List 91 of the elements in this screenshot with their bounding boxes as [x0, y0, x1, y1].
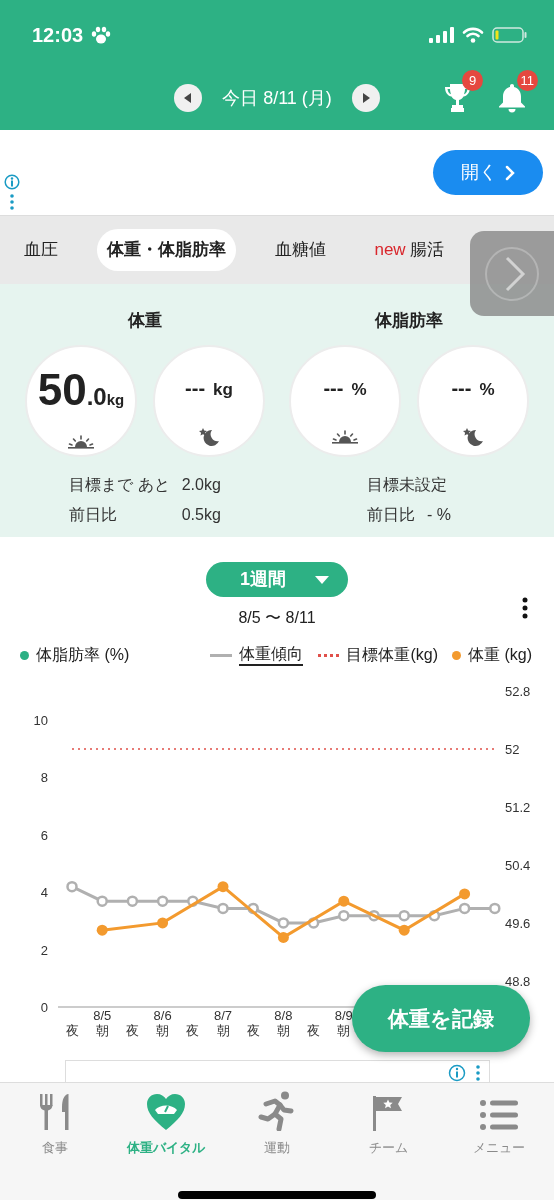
- chevron-right-icon: [505, 164, 515, 181]
- data-point: [428, 909, 441, 922]
- data-point: [338, 909, 350, 922]
- axis-tick-label: 6: [40, 827, 48, 843]
- category-tab[interactable]: 体重・体脂肪率: [97, 229, 237, 271]
- category-tab[interactable]: new 腸活: [364, 229, 454, 271]
- stat-label: 前日比: [367, 504, 415, 525]
- axis-tick-label: 50.4: [505, 857, 531, 873]
- data-point: [156, 895, 169, 907]
- moon-icon: [198, 427, 220, 448]
- dropdown-caret-icon: [314, 574, 330, 585]
- axis-tick-label: 8: [40, 770, 48, 786]
- data-point: [187, 895, 199, 907]
- status-time: 12:03: [32, 23, 84, 48]
- moon-icon: [462, 427, 484, 448]
- data-point: [247, 902, 259, 915]
- stat-value: 2.0kg: [181, 474, 221, 495]
- data-point: [398, 909, 410, 922]
- stat-label: 目標未設定: [367, 474, 448, 495]
- axis-tick-label: 8/5 朝: [93, 1008, 112, 1038]
- axis-tick-label: 夜: [125, 1023, 139, 1038]
- trophy-button[interactable]: [444, 83, 471, 113]
- reading-dial[interactable]: --- kg: [153, 344, 265, 457]
- data-point: [307, 917, 320, 929]
- heart-scale-icon: [146, 1093, 186, 1131]
- previous-day-button[interactable]: [174, 84, 203, 112]
- stat-label: 目標まで あと: [69, 474, 170, 495]
- data-point: [157, 917, 169, 929]
- section-title: 体脂肪率: [375, 310, 443, 332]
- current-date: 今日 8/11 (月): [222, 86, 332, 110]
- reading-dial[interactable]: --- %: [417, 344, 529, 457]
- category-tab[interactable]: 血糖値: [264, 229, 336, 271]
- data-point: [459, 888, 471, 900]
- axis-tick-label: 夜: [65, 1023, 79, 1038]
- legend-label[interactable]: 体重傾向: [239, 644, 304, 666]
- axis-tick-label: 8/7 朝: [213, 1008, 233, 1038]
- data-point: [398, 924, 410, 936]
- axis-tick-label: 夜: [186, 1023, 200, 1038]
- ad-info-icon[interactable]: [447, 1063, 483, 1082]
- sunrise-icon: [331, 430, 359, 445]
- data-point: [96, 895, 108, 907]
- more-options-icon[interactable]: [522, 597, 528, 619]
- axis-tick-label: 夜: [307, 1023, 321, 1038]
- legend-label[interactable]: 目標体重(kg): [346, 643, 438, 667]
- category-tab[interactable]: 血圧: [14, 229, 69, 271]
- axis-tick-label: 8/9 朝: [334, 1008, 353, 1038]
- data-point: [126, 895, 139, 907]
- data-point: [217, 881, 229, 893]
- fork-knife-icon: [39, 1093, 71, 1131]
- date-range: 8/5 〜 8/11: [238, 608, 316, 628]
- axis-tick-label: 51.2: [505, 799, 531, 815]
- notification-badge: 9: [462, 70, 483, 91]
- battery-icon: [492, 27, 528, 43]
- stat-value: - %: [427, 504, 451, 525]
- next-day-button[interactable]: [351, 84, 380, 112]
- axis-tick-label: 8/6 朝: [153, 1008, 172, 1038]
- data-point: [277, 931, 289, 943]
- signal-icon: [429, 27, 454, 43]
- data-point: [277, 917, 290, 929]
- legend-label[interactable]: 体重 (kg): [468, 643, 532, 667]
- wifi-icon: [462, 27, 484, 43]
- data-point: [217, 902, 229, 915]
- axis-tick-label: 0: [40, 1000, 48, 1015]
- data-point: [96, 924, 108, 936]
- section-title: 体重: [128, 310, 162, 332]
- flag-star-icon: [372, 1095, 404, 1131]
- sunrise-icon: [67, 434, 95, 449]
- axis-tick-label: 52.8: [505, 684, 531, 699]
- legend-label[interactable]: 体脂肪率 (%): [36, 643, 130, 667]
- notification-badge: 11: [516, 70, 538, 91]
- axis-tick-label: 8/8 朝: [274, 1008, 293, 1038]
- axis-tick-label: 4: [40, 885, 48, 901]
- data-point: [458, 902, 471, 915]
- running-person-icon: [258, 1091, 296, 1131]
- axis-tick-label: 49.6: [505, 915, 531, 931]
- stat-value: 0.5kg: [181, 504, 221, 525]
- data-point: [338, 895, 350, 907]
- paw-icon: [91, 26, 112, 44]
- data-point: [489, 902, 501, 915]
- axis-tick-label: 52: [505, 742, 520, 757]
- bell-button[interactable]: [498, 83, 526, 113]
- data-point: [368, 909, 380, 922]
- axis-tick-label: 夜: [246, 1023, 260, 1038]
- menu-icon: [480, 1099, 518, 1131]
- axis-tick-label: 10: [33, 713, 48, 728]
- data-point: [66, 880, 78, 893]
- reading-dial[interactable]: 50.0kg: [25, 344, 137, 457]
- stat-label: 前日比: [69, 504, 119, 525]
- reading-dial[interactable]: --- %: [289, 344, 401, 457]
- ad-info-icon[interactable]: [4, 174, 20, 211]
- axis-tick-label: 2: [40, 942, 48, 958]
